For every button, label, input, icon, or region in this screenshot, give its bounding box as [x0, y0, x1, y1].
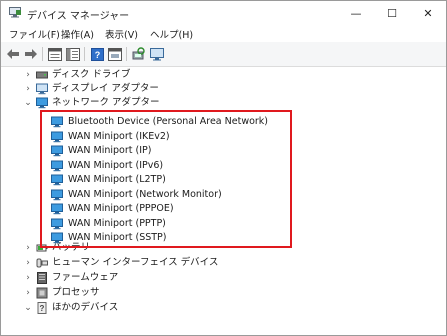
- scan-icon: [132, 47, 145, 60]
- monitor-icon: [150, 47, 164, 60]
- minimize-button[interactable]: —: [338, 1, 374, 25]
- firmware-icon: [37, 272, 47, 284]
- tree-category-label: ディスプレイ アダプター: [52, 83, 159, 94]
- tree-category-label: ネットワーク アダプター: [52, 97, 160, 108]
- view-button[interactable]: [65, 46, 81, 62]
- window-title: デバイス マネージャー: [27, 11, 130, 22]
- back-icon: [7, 49, 19, 59]
- forward-button[interactable]: [23, 46, 39, 62]
- tree-category-label: ファームウェア: [52, 272, 119, 283]
- chevron-down-icon[interactable]: ⌄: [23, 302, 33, 314]
- tree-category-human-interface-devices[interactable]: › ヒューマン インターフェイス デバイス: [1, 256, 441, 270]
- properties-button[interactable]: [47, 46, 63, 62]
- device-manager-window: デバイス マネージャー — ☐ ✕ ファイル(F) 操作(A) 表示(V) ヘル…: [0, 0, 447, 336]
- help-icon: ?: [90, 47, 104, 61]
- close-button[interactable]: ✕: [410, 1, 446, 25]
- toolbar-separator: [126, 47, 127, 61]
- device-tree: › ディスク ドライブ › ディスプレイ アダプター ⌄ ネットワーク アダプタ…: [1, 67, 446, 335]
- svg-text:?: ?: [40, 304, 45, 313]
- network-adapter-icon: [36, 97, 48, 109]
- chevron-down-icon[interactable]: ⌄: [23, 97, 33, 109]
- highlight-box: [40, 110, 292, 248]
- tree-category-label: ほかのデバイス: [52, 302, 119, 313]
- processor-icon: [36, 287, 48, 299]
- hid-icon: [36, 258, 48, 268]
- tree-category-network-adapters[interactable]: ⌄ ネットワーク アダプター: [1, 96, 441, 110]
- chevron-right-icon[interactable]: ›: [23, 272, 33, 284]
- tree-category-firmware[interactable]: › ファームウェア: [1, 271, 441, 285]
- device-manager-app-icon: [9, 7, 21, 18]
- menu-file[interactable]: ファイル(F): [9, 27, 60, 41]
- toolbar-separator: [84, 47, 85, 61]
- chevron-right-icon[interactable]: ›: [23, 83, 33, 95]
- maximize-button[interactable]: ☐: [374, 1, 410, 25]
- menu-action[interactable]: 操作(A): [61, 27, 94, 41]
- chevron-right-icon[interactable]: ›: [23, 242, 33, 254]
- help-button[interactable]: ?: [89, 46, 105, 62]
- svg-text:?: ?: [94, 50, 100, 60]
- maximize-icon: ☐: [387, 6, 397, 20]
- tree-category-other-devices[interactable]: ⌄ ? ほかのデバイス: [1, 301, 441, 315]
- disk-drive-icon: [36, 71, 48, 79]
- tree-category-display-adapters[interactable]: › ディスプレイ アダプター: [1, 82, 441, 96]
- title-bar: デバイス マネージャー — ☐ ✕: [1, 1, 446, 25]
- properties-icon: [48, 47, 62, 61]
- chevron-right-icon[interactable]: ›: [23, 69, 33, 81]
- other-device-icon: ?: [37, 302, 47, 314]
- tree-category-processors[interactable]: › プロセッサ: [1, 286, 441, 300]
- toolbar: ?: [1, 42, 446, 67]
- close-icon: ✕: [423, 6, 433, 20]
- menu-help[interactable]: ヘルプ(H): [150, 27, 193, 41]
- details-button[interactable]: [107, 46, 123, 62]
- view-icon: [66, 47, 80, 61]
- tree-category-label: ディスク ドライブ: [52, 69, 131, 80]
- tree-category-disk-drives[interactable]: › ディスク ドライブ: [1, 68, 441, 82]
- toolbar-separator: [42, 47, 43, 61]
- back-button[interactable]: [5, 46, 21, 62]
- minimize-icon: —: [350, 6, 362, 20]
- forward-icon: [25, 49, 37, 59]
- tree-category-label: プロセッサ: [52, 287, 100, 298]
- chevron-right-icon[interactable]: ›: [23, 257, 33, 269]
- chevron-right-icon[interactable]: ›: [23, 287, 33, 299]
- tree-category-label: ヒューマン インターフェイス デバイス: [52, 257, 219, 268]
- menu-bar: ファイル(F) 操作(A) 表示(V) ヘルプ(H): [1, 25, 446, 42]
- scan-hardware-button[interactable]: [131, 46, 147, 62]
- details-icon: [108, 47, 122, 61]
- menu-view[interactable]: 表示(V): [105, 27, 138, 41]
- display-adapter-icon: [36, 83, 48, 95]
- monitor-button[interactable]: [149, 46, 165, 62]
